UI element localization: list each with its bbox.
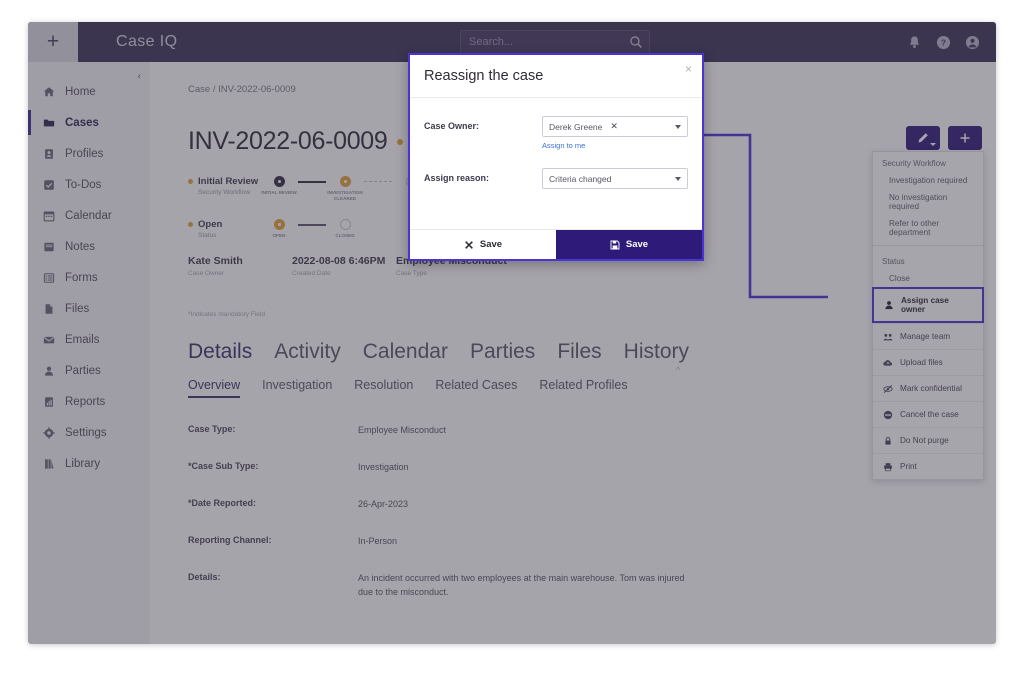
field-case-owner-row: Case Owner: Derek Greene ✕ Assign to me bbox=[424, 116, 688, 150]
dialog-body: Case Owner: Derek Greene ✕ Assign to me … bbox=[410, 98, 702, 229]
dialog-title: Reassign the case bbox=[424, 68, 544, 84]
dialog-save-label: Save bbox=[625, 239, 649, 250]
dialog-header: Reassign the case × bbox=[410, 55, 702, 98]
assign-reason-field: Criteria changed bbox=[542, 168, 688, 189]
dialog-cancel-button[interactable]: Save bbox=[410, 230, 556, 259]
assign-to-me-link[interactable]: Assign to me bbox=[542, 141, 688, 150]
case-owner-value: Derek Greene bbox=[549, 121, 603, 132]
dialog-footer: Save Save bbox=[410, 229, 702, 259]
field-assign-reason-row: Assign reason: Criteria changed bbox=[424, 168, 688, 189]
case-owner-label: Case Owner: bbox=[424, 121, 480, 131]
dialog-save-button[interactable]: Save bbox=[556, 230, 702, 259]
chevron-down-icon bbox=[675, 177, 681, 181]
app-window: + Case IQ ? ‹ bbox=[28, 22, 996, 644]
save-disk-icon bbox=[610, 240, 620, 249]
dialog-cancel-label: Save bbox=[479, 239, 503, 250]
reassign-case-dialog: Reassign the case × Case Owner: Derek Gr… bbox=[408, 53, 704, 261]
assign-reason-value: Criteria changed bbox=[549, 173, 612, 184]
close-x-icon bbox=[465, 240, 473, 249]
case-owner-field: Derek Greene ✕ Assign to me bbox=[542, 116, 688, 150]
case-owner-select[interactable]: Derek Greene ✕ bbox=[542, 116, 688, 137]
close-icon[interactable]: × bbox=[685, 62, 692, 76]
assign-reason-label: Assign reason: bbox=[424, 173, 490, 183]
chevron-down-icon bbox=[675, 125, 681, 129]
assign-reason-select[interactable]: Criteria changed bbox=[542, 168, 688, 189]
clear-case-owner-icon[interactable]: ✕ bbox=[610, 121, 618, 132]
